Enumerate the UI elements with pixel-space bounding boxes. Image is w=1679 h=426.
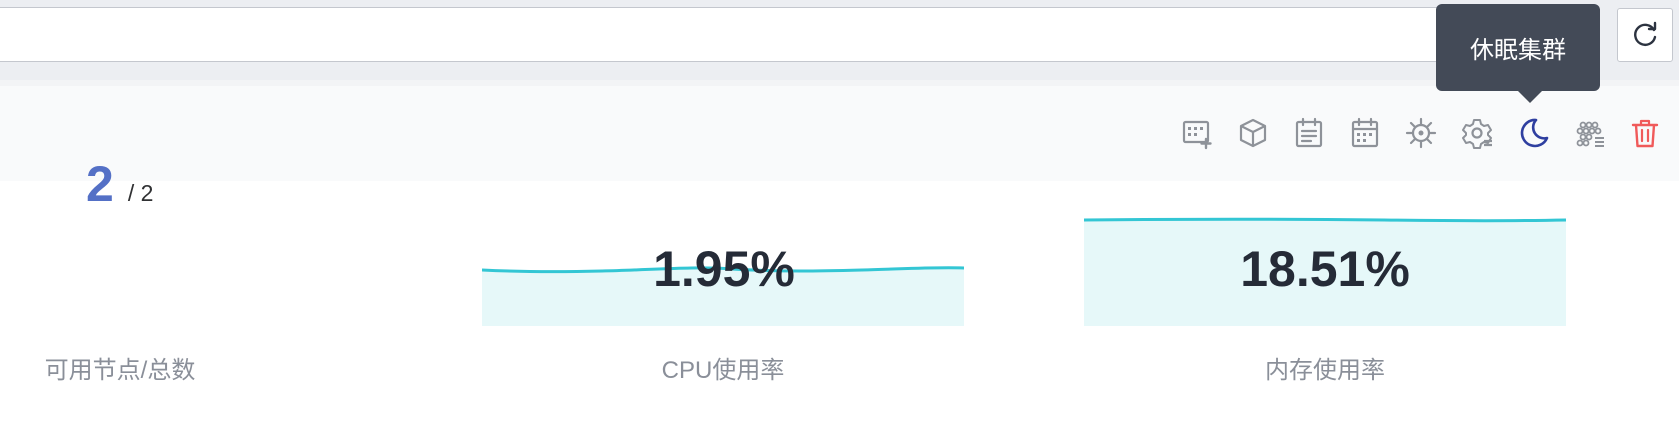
cluster-icon [1576,121,1604,147]
cube-icon [1239,118,1267,148]
nodes-label: 可用节点/总数 [44,357,196,384]
top-bar [0,0,1679,80]
settings-icon [1462,119,1492,149]
workload-button[interactable] [1233,113,1273,153]
helm-icon [1405,117,1437,149]
nodes-metric: 2 / 2 [86,155,153,225]
moon-icon [1520,118,1549,148]
settings-button[interactable] [1457,113,1497,153]
cluster-nodes-button[interactable] [1569,113,1609,153]
tooltip: 休眠集群 [1436,4,1600,103]
refresh-icon [1634,21,1657,46]
trash-icon [1631,119,1659,148]
delete-cluster-button[interactable] [1625,113,1665,153]
logs-button[interactable] [1289,113,1329,153]
add-grid-button[interactable] [1177,113,1217,153]
nodes-total-count: / 2 [127,180,154,206]
nodes-available-count: 2 [86,156,114,212]
cpu-usage-value: 1.95% [653,241,795,297]
memory-usage-label: 内存使用率 [1265,357,1385,384]
memory-usage-value: 18.51% [1240,241,1410,297]
cpu-usage-label: CPU使用率 [661,357,785,384]
document-icon [1295,117,1323,148]
card-header [0,86,1679,181]
search-input[interactable] [0,7,1441,62]
tooltip-text: 休眠集群 [1470,37,1566,64]
refresh-button[interactable] [1617,8,1673,62]
hibernate-cluster-button[interactable] [1513,113,1553,153]
calendar-icon [1351,117,1379,148]
schedule-button[interactable] [1345,113,1385,153]
add-grid-icon [1182,120,1212,150]
cluster-toolbar [1177,112,1665,154]
helm-button[interactable] [1401,113,1441,153]
